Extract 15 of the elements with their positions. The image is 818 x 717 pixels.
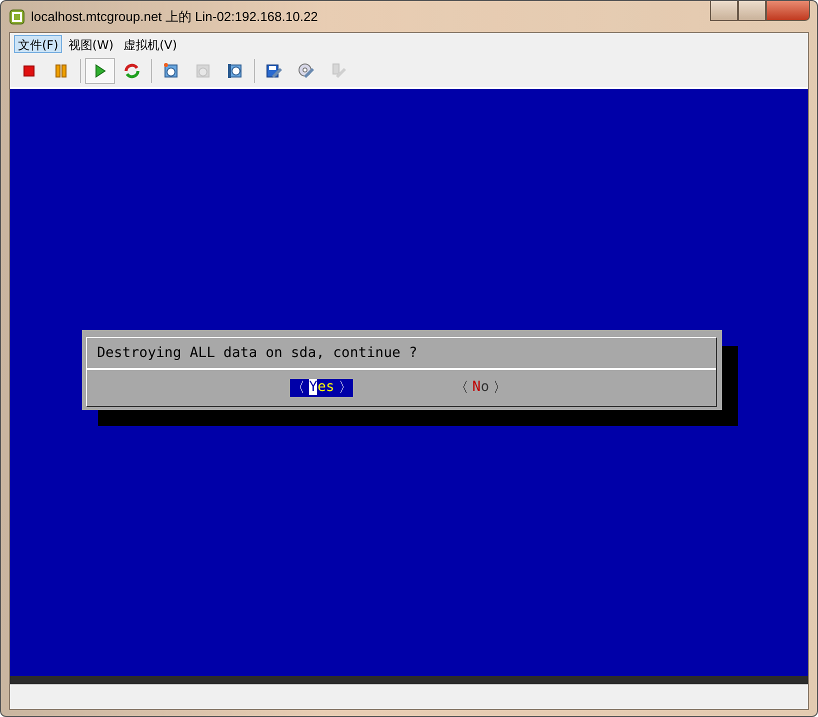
dialog-button[interactable]: 〈 No 〉 — [453, 379, 508, 397]
minimize-button[interactable] — [710, 1, 738, 21]
maximize-button[interactable] — [738, 1, 766, 21]
menu-item[interactable]: 视图(W) — [64, 35, 118, 53]
toolbar-button[interactable] — [85, 58, 115, 84]
app-icon — [9, 8, 25, 24]
floppy-wrench-icon — [265, 62, 283, 80]
refresh-icon — [123, 62, 141, 80]
dialog-message: Destroying ALL data on sda, continue ? — [97, 345, 418, 361]
window-title: localhost.mtcgroup.net 上的 Lin-02:192.168.10.22 — [31, 8, 318, 26]
menu-item[interactable]: 虚拟机(V) — [120, 35, 182, 53]
menu-item[interactable]: 文件(F) — [14, 35, 62, 53]
disc-wrench-icon — [297, 62, 315, 80]
dialog-button[interactable]: 〈 Yes 〉 — [290, 379, 354, 397]
close-button[interactable] — [766, 1, 810, 21]
